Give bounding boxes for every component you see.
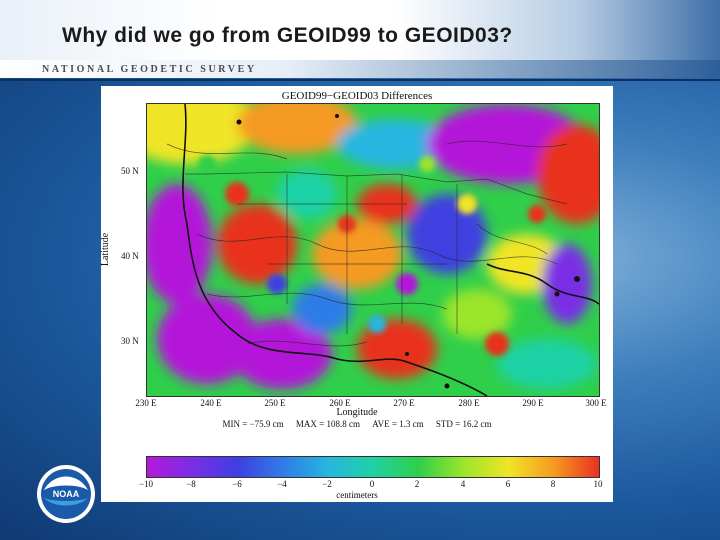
colorbar (146, 456, 600, 478)
colorbar-tick: −2 (322, 479, 332, 489)
stat-min: MIN = −75.9 cm (222, 419, 284, 429)
figure-title: GEOID99−GEOID03 Differences (281, 90, 433, 102)
stat-ave: AVE = 1.3 cm (372, 419, 424, 429)
geoid-difference-figure: GEOID99−GEOID03 Differences Latitude 50 … (100, 86, 613, 502)
colorbar-tick: 0 (369, 479, 375, 489)
colorbar-tick: −4 (277, 479, 287, 489)
divider-line (0, 79, 720, 81)
colorbar-tick: −6 (232, 479, 242, 489)
colorbar-tick: 8 (550, 479, 556, 489)
y-axis-label: Latitude (100, 232, 112, 267)
agency-name: NATIONAL GEODETIC SURVEY (42, 64, 257, 75)
stat-max: MAX = 108.8 cm (295, 419, 360, 429)
slide-title: Why did we go from GEOID99 to GEOID03? (62, 24, 513, 47)
difference-map (146, 103, 600, 397)
y-tick-label: 50 N (121, 166, 139, 176)
statistics-line: MIN = −75.9 cm MAX = 108.8 cm AVE = 1.3 … (101, 419, 613, 429)
stat-std: STD = 16.2 cm (435, 419, 492, 429)
y-tick-label: 30 N (121, 336, 139, 346)
noaa-logo: NOAA (37, 465, 95, 523)
colorbar-tick: 4 (460, 479, 466, 489)
colorbar-tick: −8 (186, 479, 196, 489)
colorbar-units: centimeters (336, 490, 378, 500)
colorbar-tick: 10 (593, 479, 603, 489)
y-tick-label: 40 N (121, 251, 139, 261)
colorbar-tick: 6 (505, 479, 511, 489)
x-axis-label: Longitude (336, 407, 378, 418)
difference-map-graphic (147, 104, 599, 396)
noaa-logo-text: NOAA (53, 489, 80, 499)
colorbar-tick: −10 (138, 479, 154, 489)
colorbar-tick: 2 (414, 479, 420, 489)
